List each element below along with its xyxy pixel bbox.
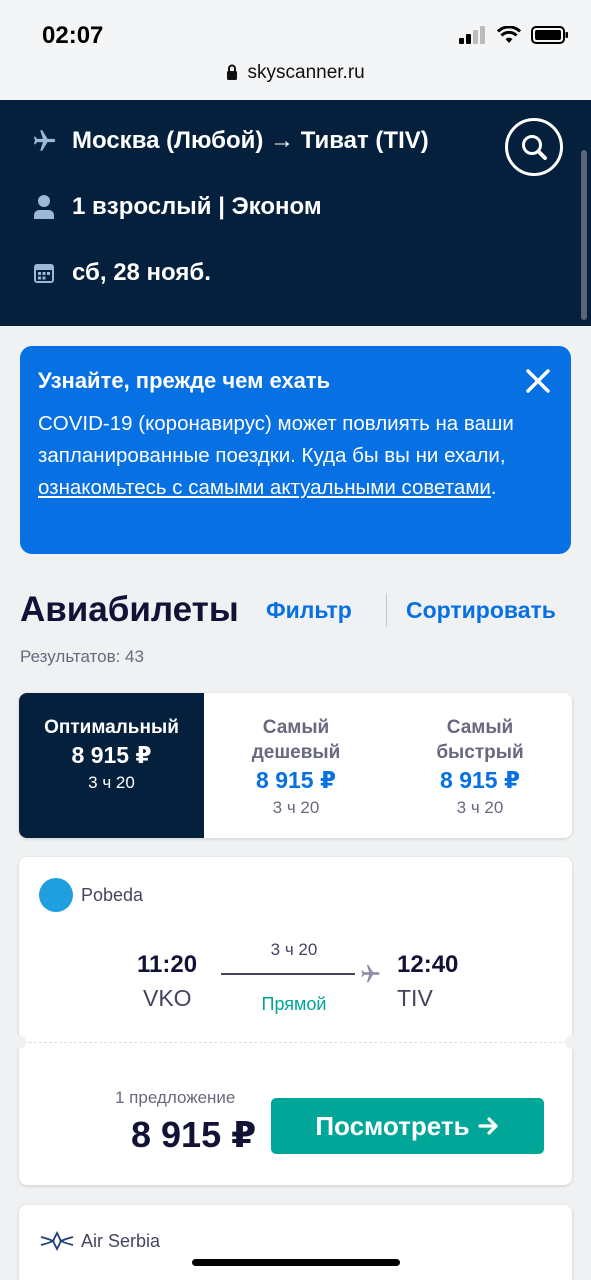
alert-advice-link[interactable]: ознакомьтесь с самыми актуальными совета… [38,476,491,499]
departure-airport: VKO [143,985,192,1011]
sort-tabs: Оптимальный 8 915 ₽ 3 ч 20 Самый дешевый… [19,693,572,838]
tab-duration: 3 ч 20 [88,773,135,792]
tab-duration: 3 ч 20 [272,798,320,817]
wifi-icon [497,26,521,43]
battery-icon [531,26,568,44]
airline: Pobeda [39,878,143,912]
clock: 02:07 [42,22,104,49]
tab-price: 8 915 ₽ [256,767,336,793]
tab-label: Самый быстрый [436,717,524,763]
view-deal-label: Посмотреть [315,1110,470,1141]
tab-price: 8 915 ₽ [71,742,152,768]
arrow-right-icon [478,1117,498,1135]
route-row[interactable]: Москва (Любой) → Тиват (TIV) [30,127,429,155]
alert-body: COVID-19 (коронавирус) может повлиять на… [38,408,538,504]
flight-result-card[interactable]: Pobeda 11:20 VKO 3 ч 20 Прямой 12:40 TIV… [12,857,579,1185]
search-icon [522,135,547,160]
address-bar[interactable]: skyscanner.ru [0,62,591,84]
airline-name: Pobeda [81,884,144,905]
card-divider [19,1042,572,1043]
card-notch [565,1035,579,1049]
url-text: skyscanner.ru [247,62,365,83]
route-line [221,973,355,975]
tab-fastest[interactable]: Самый быстрый 8 915 ₽ 3 ч 20 [388,693,572,838]
home-indicator[interactable] [192,1259,400,1266]
status-bar: 02:07 skyscanner.ru [0,0,591,100]
tab-price: 8 915 ₽ [440,767,520,793]
card-notch [12,1035,26,1049]
air-serbia-logo-icon [40,1230,74,1252]
airline: Air Serbia [39,1229,160,1253]
flight-result-card[interactable]: Air Serbia [19,1205,572,1280]
offers-count: 1 предложение [115,1088,236,1107]
close-alert-button[interactable] [525,368,553,396]
flight-price: 8 915 ₽ [131,1114,257,1155]
tab-label: Оптимальный [44,717,179,738]
lock-icon [227,64,238,80]
arrival-time: 12:40 [397,951,459,978]
results-count: Результатов: 43 [20,647,144,666]
page-scrollbar[interactable] [581,150,587,320]
system-icons [459,26,569,44]
passengers-row[interactable]: 1 взрослый | Эконом [30,193,322,221]
tab-label: Самый дешевый [251,717,341,763]
filter-button[interactable]: Фильтр [266,597,352,624]
alert-text: COVID-19 (коронавирус) может повлиять на… [38,412,514,467]
stops-label: Прямой [261,994,327,1014]
sort-button[interactable]: Сортировать [406,597,556,624]
alert-title: Узнайте, прежде чем ехать [38,368,331,393]
pobeda-logo-icon [39,878,73,912]
alert-text-tail: . [490,476,497,499]
person-icon [30,193,58,221]
tab-cheapest[interactable]: Самый дешевый 8 915 ₽ 3 ч 20 [204,693,388,838]
search-button[interactable] [505,118,563,176]
passengers-text: 1 взрослый | Эконом [72,193,322,220]
signal-icon [459,26,485,44]
covid-alert: Узнайте, прежде чем ехать COVID-19 (коро… [20,346,571,554]
view-deal-button[interactable]: Посмотреть [271,1098,544,1154]
arrival-airport: TIV [397,985,433,1011]
departure-time: 11:20 [137,951,198,978]
airline-name: Air Serbia [81,1230,161,1251]
date-row[interactable]: сб, 28 нояб. [30,259,211,287]
calendar-icon [30,259,58,287]
search-summary-header[interactable]: Москва (Любой) → Тиват (TIV) 1 взрослый … [0,100,591,326]
plane-icon [30,127,58,155]
plane-icon [361,964,380,983]
tab-duration: 3 ч 20 [456,798,504,817]
flight-duration: 3 ч 20 [270,940,318,959]
close-icon [526,369,550,393]
route-text: Москва (Любой) → Тиват (TIV) [72,127,429,154]
page-title: Авиабилеты [20,590,239,629]
date-text: сб, 28 нояб. [72,259,211,286]
tab-best[interactable]: Оптимальный 8 915 ₽ 3 ч 20 [19,693,204,838]
divider [386,593,387,627]
